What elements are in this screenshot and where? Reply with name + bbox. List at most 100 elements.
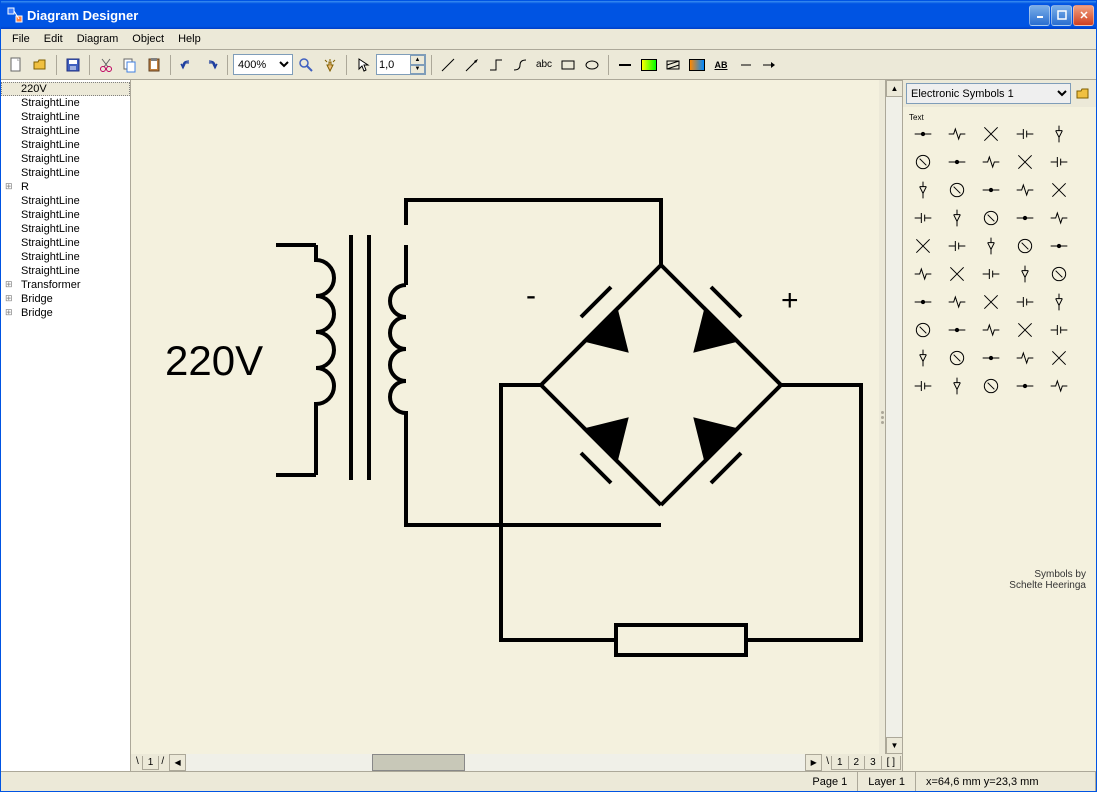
tree-item[interactable]: StraightLine bbox=[1, 124, 130, 138]
palette-symbol[interactable] bbox=[943, 122, 971, 146]
pointer-tool[interactable] bbox=[352, 54, 374, 76]
palette-symbol[interactable] bbox=[1011, 178, 1039, 202]
zoom-icon[interactable] bbox=[295, 54, 317, 76]
palette-symbol[interactable] bbox=[977, 290, 1005, 314]
palette-symbol[interactable] bbox=[1011, 318, 1039, 342]
layer-tab-1[interactable]: 1 bbox=[831, 756, 849, 770]
undo-button[interactable] bbox=[176, 54, 198, 76]
cut-button[interactable] bbox=[95, 54, 117, 76]
palette-symbol[interactable] bbox=[909, 178, 937, 202]
redo-button[interactable] bbox=[200, 54, 222, 76]
tree-item[interactable]: StraightLine bbox=[1, 222, 130, 236]
layer-tab-3[interactable]: 3 bbox=[864, 756, 882, 770]
palette-symbol[interactable] bbox=[943, 262, 971, 286]
symbol-palette[interactable]: Text Symbols by Schelte Heeringa bbox=[903, 107, 1096, 771]
new-button[interactable] bbox=[5, 54, 27, 76]
palette-symbol[interactable] bbox=[943, 178, 971, 202]
palette-symbol[interactable] bbox=[1045, 374, 1073, 398]
palette-category-select[interactable]: Electronic Symbols 1 bbox=[906, 83, 1071, 104]
line-style-icon[interactable] bbox=[614, 54, 636, 76]
palette-symbol[interactable] bbox=[1011, 262, 1039, 286]
palette-symbol[interactable] bbox=[943, 150, 971, 174]
palette-symbol[interactable] bbox=[1011, 234, 1039, 258]
arrow-tool[interactable] bbox=[461, 54, 483, 76]
save-button[interactable] bbox=[62, 54, 84, 76]
horizontal-scrollbar[interactable]: ◀ ▶ bbox=[169, 754, 822, 771]
palette-symbol[interactable] bbox=[1045, 234, 1073, 258]
palette-symbol[interactable] bbox=[1045, 206, 1073, 230]
paste-button[interactable] bbox=[143, 54, 165, 76]
menu-file[interactable]: File bbox=[5, 31, 37, 47]
linewidth-spinner[interactable]: 1,0 ▲▼ bbox=[376, 54, 426, 75]
connector1-tool[interactable] bbox=[485, 54, 507, 76]
tree-item[interactable]: StraightLine bbox=[1, 138, 130, 152]
palette-symbol[interactable] bbox=[1011, 346, 1039, 370]
palette-symbol[interactable] bbox=[909, 206, 937, 230]
menu-edit[interactable]: Edit bbox=[37, 31, 70, 47]
scroll-right-icon[interactable]: ▶ bbox=[805, 754, 822, 771]
object-tree[interactable]: 220VStraightLineStraightLineStraightLine… bbox=[1, 80, 131, 771]
palette-symbol[interactable] bbox=[909, 234, 937, 258]
menu-object[interactable]: Object bbox=[125, 31, 171, 47]
minimize-button[interactable] bbox=[1029, 5, 1050, 26]
canvas[interactable]: 220V - + bbox=[131, 80, 879, 754]
maximize-button[interactable] bbox=[1051, 5, 1072, 26]
palette-symbol[interactable] bbox=[1011, 150, 1039, 174]
pan-icon[interactable] bbox=[319, 54, 341, 76]
palette-symbol[interactable] bbox=[977, 262, 1005, 286]
copy-button[interactable] bbox=[119, 54, 141, 76]
connector2-tool[interactable] bbox=[509, 54, 531, 76]
tree-item[interactable]: R bbox=[1, 180, 130, 194]
palette-symbol[interactable] bbox=[1011, 206, 1039, 230]
palette-symbol[interactable] bbox=[977, 374, 1005, 398]
palette-symbol[interactable] bbox=[977, 150, 1005, 174]
palette-symbol[interactable] bbox=[1045, 290, 1073, 314]
palette-symbol[interactable] bbox=[943, 290, 971, 314]
hatch-icon[interactable] bbox=[662, 54, 684, 76]
palette-symbol[interactable] bbox=[977, 346, 1005, 370]
palette-symbol[interactable] bbox=[977, 318, 1005, 342]
linecolor-icon[interactable] bbox=[638, 54, 660, 76]
close-button[interactable] bbox=[1073, 5, 1094, 26]
zoom-combo[interactable]: 400% bbox=[233, 54, 293, 75]
palette-symbol[interactable] bbox=[1045, 318, 1073, 342]
tree-item[interactable]: StraightLine bbox=[1, 264, 130, 278]
fillcolor-icon[interactable] bbox=[686, 54, 708, 76]
palette-symbol[interactable] bbox=[977, 234, 1005, 258]
tree-item[interactable]: StraightLine bbox=[1, 96, 130, 110]
palette-symbol[interactable] bbox=[909, 290, 937, 314]
tree-item[interactable]: StraightLine bbox=[1, 208, 130, 222]
palette-symbol[interactable] bbox=[1045, 346, 1073, 370]
spin-down[interactable]: ▼ bbox=[410, 65, 425, 75]
tree-item[interactable]: Bridge bbox=[1, 292, 130, 306]
vertical-scrollbar[interactable]: ▲ ▼ bbox=[885, 80, 902, 754]
scroll-up-icon[interactable]: ▲ bbox=[886, 80, 902, 97]
tree-item[interactable]: StraightLine bbox=[1, 166, 130, 180]
palette-symbol[interactable] bbox=[977, 178, 1005, 202]
layer-tab-2[interactable]: 2 bbox=[848, 756, 866, 770]
palette-symbol[interactable] bbox=[1045, 122, 1073, 146]
palette-symbol[interactable] bbox=[909, 374, 937, 398]
palette-symbol[interactable] bbox=[977, 122, 1005, 146]
page-tab-1[interactable]: 1 bbox=[142, 756, 160, 770]
palette-symbol[interactable] bbox=[977, 206, 1005, 230]
text-tool[interactable]: abc bbox=[533, 54, 555, 76]
palette-text-item[interactable]: Text bbox=[909, 113, 937, 122]
tree-item[interactable]: StraightLine bbox=[1, 110, 130, 124]
palette-symbol[interactable] bbox=[943, 206, 971, 230]
arrow-end-icon[interactable] bbox=[758, 54, 780, 76]
ellipse-tool[interactable] bbox=[581, 54, 603, 76]
tree-item[interactable]: 220V bbox=[1, 82, 130, 96]
palette-symbol[interactable] bbox=[943, 374, 971, 398]
palette-symbol[interactable] bbox=[943, 346, 971, 370]
arrow-start-icon[interactable] bbox=[734, 54, 756, 76]
tree-item[interactable]: StraightLine bbox=[1, 250, 130, 264]
menu-help[interactable]: Help bbox=[171, 31, 208, 47]
palette-symbol[interactable] bbox=[909, 122, 937, 146]
tree-item[interactable]: Transformer bbox=[1, 278, 130, 292]
palette-symbol[interactable] bbox=[1011, 122, 1039, 146]
menu-diagram[interactable]: Diagram bbox=[70, 31, 126, 47]
scroll-down-icon[interactable]: ▼ bbox=[886, 737, 902, 754]
palette-browse-icon[interactable] bbox=[1073, 84, 1093, 104]
palette-symbol[interactable] bbox=[909, 150, 937, 174]
